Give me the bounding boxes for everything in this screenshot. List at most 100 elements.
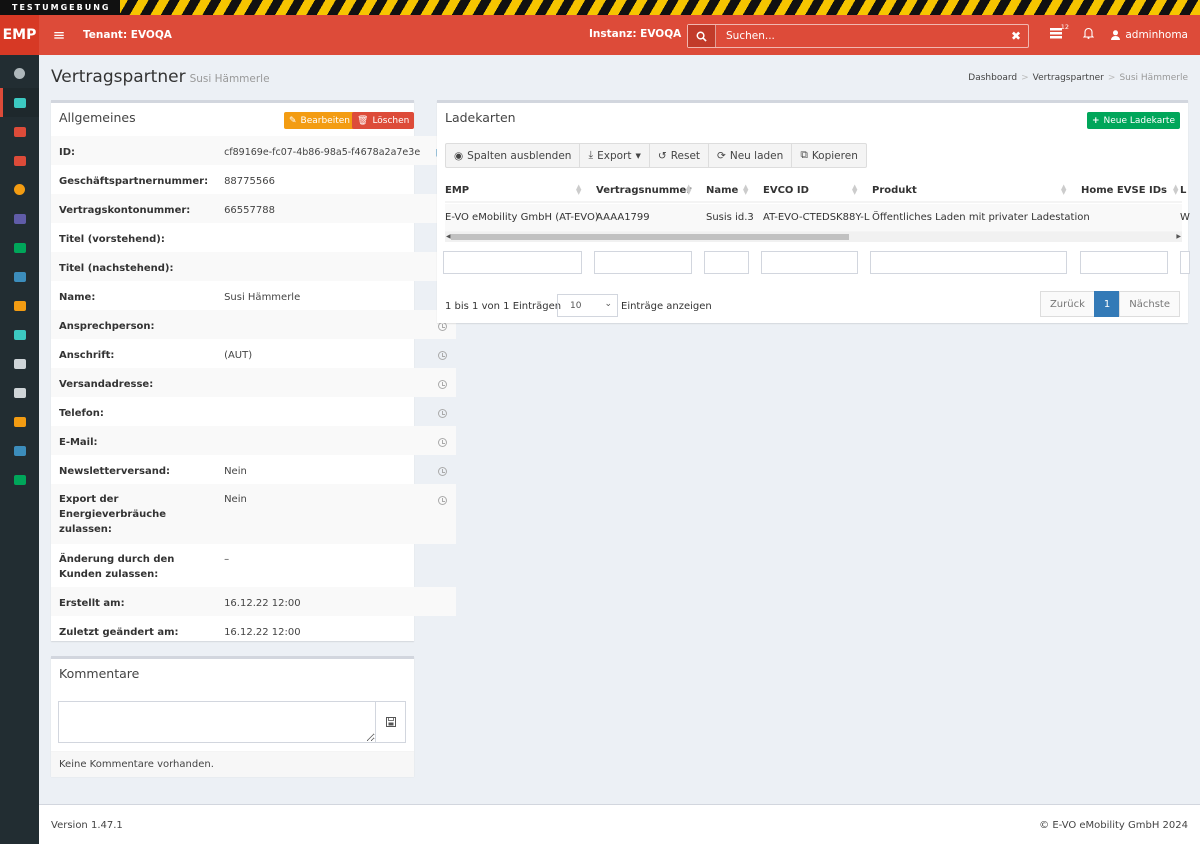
column-header[interactable]: Produkt: [872, 185, 917, 196]
prev-page-button[interactable]: Zurück: [1039, 291, 1095, 317]
sidebar-item-1[interactable]: [0, 88, 39, 117]
sort-icon[interactable]: ▲ ▼: [743, 184, 748, 196]
history-icon[interactable]: [438, 438, 448, 447]
general-row: E-Mail:: [51, 426, 457, 455]
sort-icon[interactable]: ▲ ▼: [1061, 184, 1066, 196]
sidebar-item-14[interactable]: [0, 465, 39, 494]
server-icon: [13, 387, 26, 398]
field-value: (AUT): [224, 350, 253, 361]
scroll-right-icon[interactable]: ▶: [1176, 233, 1181, 240]
new-card-button[interactable]: + Neue Ladekarte: [1086, 112, 1180, 129]
scrollbar-thumb[interactable]: [451, 234, 849, 240]
comments-empty-text: Keine Kommentare vorhanden.: [51, 751, 414, 777]
breadcrumb-vertragspartner[interactable]: Vertragspartner: [1033, 73, 1104, 83]
users-icon: [13, 97, 26, 108]
history-icon[interactable]: [438, 322, 448, 331]
sidebar-item-3[interactable]: [0, 146, 39, 175]
field-label: Änderung durch den Kunden zulassen:: [59, 554, 175, 580]
export-button[interactable]: ⤓ Export ▼: [579, 143, 650, 168]
sidebar-item-8[interactable]: [0, 291, 39, 320]
hide-columns-button[interactable]: ◉ Spalten ausblenden: [445, 143, 581, 168]
field-value: 16.12.22 12:00: [224, 598, 301, 609]
sidebar-item-4[interactable]: [0, 175, 39, 204]
reload-button[interactable]: ⟳ Neu laden: [708, 143, 793, 168]
sidebar: [0, 55, 39, 844]
table-cell: E-VO eMobility GmbH (AT-EVO): [445, 212, 599, 223]
charging-cards-box: Ladekarten + Neue Ladekarte ◉ Spalten ausb…: [437, 100, 1190, 323]
history-icon[interactable]: [438, 409, 448, 418]
menu-toggle-icon[interactable]: ≡: [45, 26, 73, 44]
column-header[interactable]: Home EVSE IDs: [1081, 185, 1167, 196]
general-row: Zuletzt geändert am: 16.12.22 12:00: [51, 616, 456, 645]
cards-title: Ladekarten: [445, 110, 516, 125]
copy-button[interactable]: ⧉ Kopieren: [791, 143, 867, 168]
column-header[interactable]: L: [1180, 185, 1186, 196]
charger-icon: [13, 474, 26, 485]
general-row: Geschäftspartnernummer: 88775566: [51, 165, 456, 194]
general-row: Name: Susi Hämmerle: [51, 281, 456, 310]
search-input[interactable]: [716, 25, 1004, 47]
reset-button[interactable]: ↺ Reset: [648, 143, 710, 168]
edit-button[interactable]: ✎ Bearbeiten: [284, 112, 355, 129]
column-filter-input[interactable]: [761, 251, 858, 274]
page-title: Vertragspartner Susi Hämmerle: [51, 67, 270, 87]
comment-input[interactable]: [58, 701, 376, 743]
horizontal-scrollbar[interactable]: ◀ ▶: [445, 232, 1182, 242]
history-icon[interactable]: [438, 467, 448, 476]
column-header[interactable]: Vertragsnummer: [596, 185, 691, 196]
sidebar-item-6[interactable]: [0, 233, 39, 262]
column-filter-input[interactable]: [704, 251, 749, 274]
save-comment-button[interactable]: [375, 701, 406, 743]
sidebar-item-11[interactable]: [0, 378, 39, 407]
sort-icon[interactable]: ▲ ▼: [1173, 184, 1178, 196]
sidebar-item-2[interactable]: [0, 117, 39, 146]
column-header[interactable]: EVCO ID: [763, 185, 809, 196]
sidebar-item-12[interactable]: [0, 407, 39, 436]
column-header[interactable]: Name: [706, 185, 738, 196]
table-row[interactable]: E-VO eMobility GmbH (AT-EVO) AAAA1799 Susi…: [445, 204, 1190, 232]
sort-icon[interactable]: ▲ ▼: [686, 184, 691, 196]
field-value: Nein: [224, 466, 247, 477]
page-size-select[interactable]: 10 ⌄: [557, 294, 618, 317]
eye-slash-icon: ◉: [454, 149, 464, 162]
app-logo[interactable]: EMP: [0, 15, 39, 55]
scroll-left-icon[interactable]: ◀: [446, 233, 451, 240]
entries-label: Einträge anzeigen: [621, 301, 712, 312]
column-filter-input[interactable]: [1180, 251, 1190, 274]
table-toolbar: ◉ Spalten ausblenden ⤓ Export ▼ ↺ Reset ⟳ Neu…: [445, 143, 867, 168]
sidebar-item-5[interactable]: [0, 204, 39, 233]
search-icon[interactable]: [688, 25, 716, 47]
sidebar-item-13[interactable]: [0, 436, 39, 465]
breadcrumb-dashboard[interactable]: Dashboard: [968, 73, 1017, 83]
column-filter-input[interactable]: [443, 251, 582, 274]
column-filter-input[interactable]: [870, 251, 1067, 274]
clear-search-icon[interactable]: ✖: [1004, 29, 1028, 43]
column-filter-input[interactable]: [1080, 251, 1168, 274]
tenant-label[interactable]: Tenant: EVOQA: [83, 29, 172, 41]
bell-icon[interactable]: [1082, 27, 1095, 43]
general-row: Titel (nachstehend):: [51, 252, 457, 281]
page-1-button[interactable]: 1: [1093, 291, 1121, 317]
top-navbar: EMP ≡ Tenant: EVOQA Instanz: EVOQA ✖ 12 …: [0, 15, 1200, 55]
next-page-button[interactable]: Nächste: [1119, 291, 1180, 317]
column-filter-input[interactable]: [594, 251, 692, 274]
column-header[interactable]: EMP: [445, 185, 469, 196]
history-icon[interactable]: [438, 496, 448, 505]
sidebar-item-0[interactable]: [0, 59, 39, 88]
table-cell: W: [1180, 212, 1190, 223]
history-icon[interactable]: [438, 351, 448, 360]
sidebar-item-9[interactable]: [0, 320, 39, 349]
general-row: Titel (vorstehend):: [51, 223, 456, 252]
history-icon[interactable]: [438, 380, 448, 389]
calculator-icon: [13, 213, 26, 224]
tasks-icon[interactable]: 12: [1050, 23, 1069, 43]
plug-icon: [13, 126, 26, 137]
sidebar-item-10[interactable]: [0, 349, 39, 378]
sort-icon[interactable]: ▲ ▼: [852, 184, 857, 196]
field-label: ID:: [59, 147, 76, 158]
delete-button[interactable]: 🗑 Löschen: [352, 112, 415, 129]
user-menu[interactable]: adminhoma: [1111, 29, 1188, 41]
field-label: Name:: [59, 292, 96, 303]
sidebar-item-7[interactable]: [0, 262, 39, 291]
sort-icon[interactable]: ▲ ▼: [576, 184, 581, 196]
